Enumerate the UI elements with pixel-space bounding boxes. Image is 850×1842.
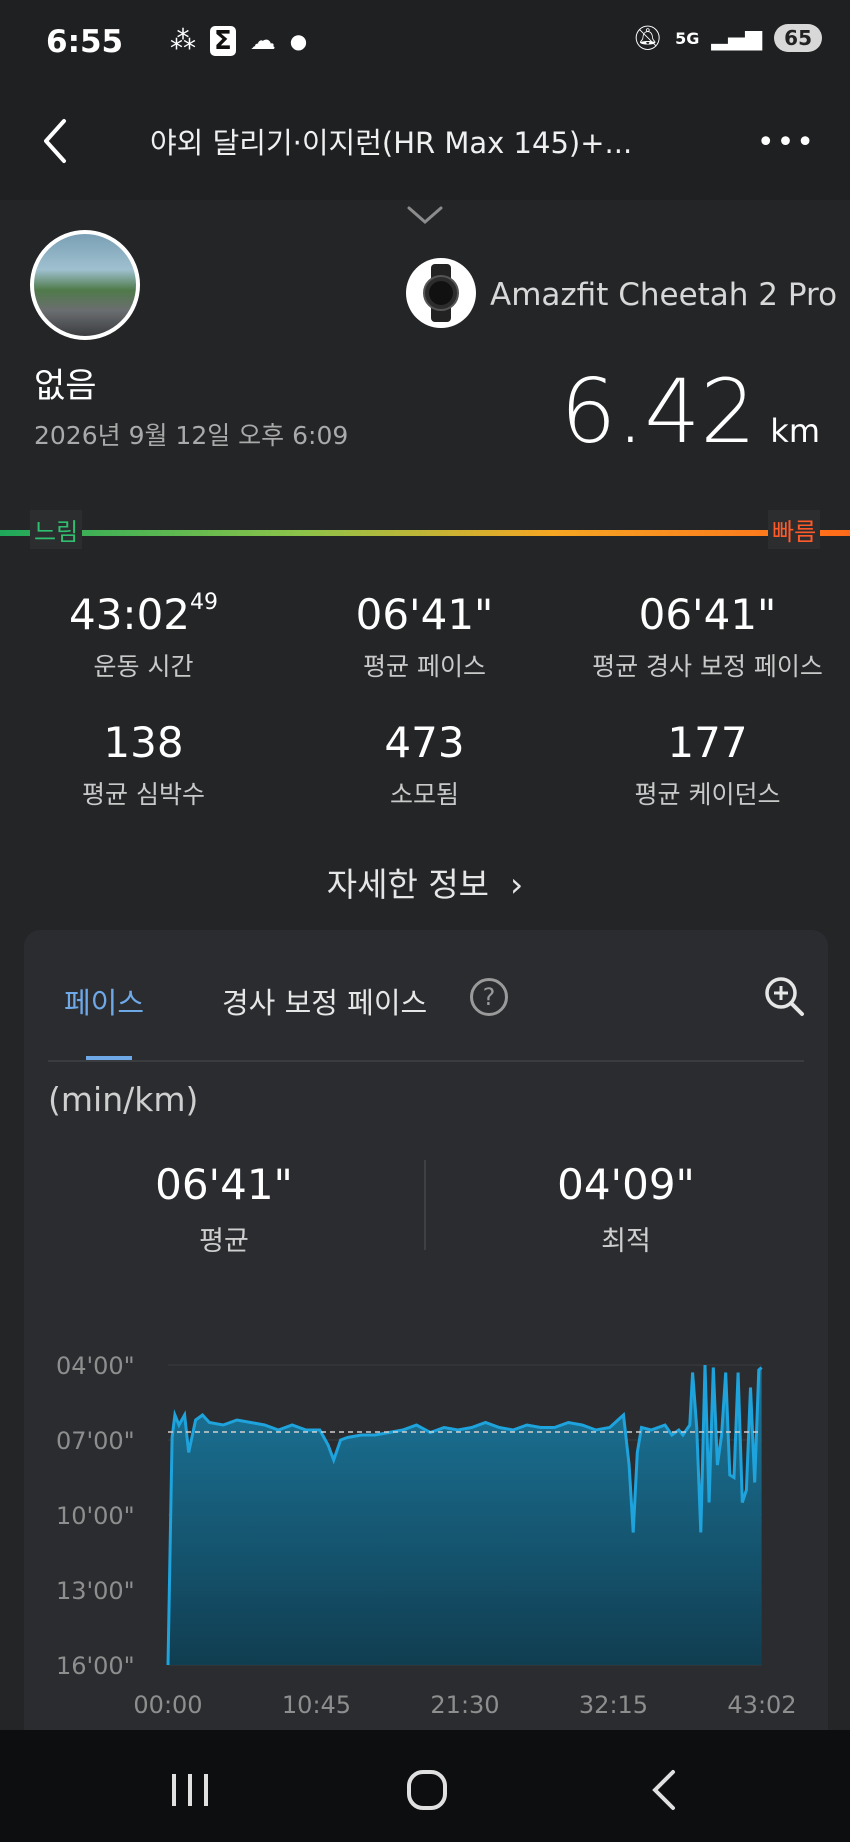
back-button[interactable]	[36, 115, 76, 167]
more-details-label: 자세한 정보	[326, 865, 490, 904]
x-tick-label: 32:15	[579, 1691, 648, 1719]
battery-indicator: 65	[774, 24, 822, 52]
stat-calories: 473 소모됨	[283, 718, 566, 811]
distance-display: 6.42 km	[560, 360, 820, 463]
stat-avg-cadence: 177 평균 케이던스	[566, 718, 849, 811]
status-notification-icons: ⁂ Σ ☁ ●	[170, 26, 307, 56]
x-tick-label: 10:45	[282, 1691, 351, 1719]
more-details-link[interactable]: 자세한 정보 ›	[0, 858, 850, 906]
stat-label: 평균 페이스	[363, 652, 486, 681]
best-pace-value: 04'09"	[557, 1160, 695, 1209]
sigma-app-icon: Σ	[210, 26, 236, 56]
speed-gradient-bar	[0, 530, 850, 536]
stat-value: 473	[384, 718, 465, 767]
status-system-icons: 🔕︎ 5G ▂▄▆ 65	[633, 24, 822, 52]
app-notification-icon: ⁂	[170, 26, 196, 56]
tab-grade-adjusted-pace[interactable]: 경사 보정 페이스	[222, 980, 427, 1022]
stat-value: 06'41"	[355, 590, 494, 639]
x-tick-label: 21:30	[430, 1691, 499, 1719]
stat-avg-grade-pace: 06'41" 평균 경사 보정 페이스	[566, 590, 849, 683]
workout-location: 없음	[34, 366, 97, 406]
stat-value-hundredths: 49	[190, 590, 219, 615]
stat-label: 평균 케이던스	[634, 780, 781, 809]
stat-avg-pace: 06'41" 평균 페이스	[283, 590, 566, 683]
slow-label: 느림	[30, 510, 83, 549]
chevron-down-icon[interactable]	[405, 202, 445, 228]
signal-icon: ▂▄▆	[711, 25, 763, 51]
x-tick-label: 43:02	[727, 1691, 796, 1719]
avg-pace-label: 평균	[199, 1226, 249, 1257]
y-tick-label: 13'00"	[56, 1577, 135, 1605]
stat-duration: 43:0249 운동 시간	[2, 590, 285, 683]
dot-icon: ●	[289, 29, 308, 53]
route-photo-avatar[interactable]	[30, 230, 140, 340]
stat-value: 06'41"	[638, 590, 777, 639]
stat-avg-heart-rate: 138 평균 심박수	[2, 718, 285, 811]
stat-label: 평균 심박수	[82, 780, 205, 809]
network-type-label: 5G	[675, 28, 700, 48]
y-tick-label: 07'00"	[56, 1427, 135, 1455]
workout-datetime: 2026년 9월 12일 오후 6:09	[34, 421, 349, 450]
y-tick-label: 10'00"	[56, 1502, 135, 1530]
pace-area	[168, 1365, 762, 1665]
best-pace-label: 최적	[601, 1226, 651, 1257]
stat-value: 43:02	[68, 590, 191, 639]
avg-pace-value: 06'41"	[155, 1160, 293, 1209]
stat-label: 소모됨	[389, 780, 459, 809]
back-nav-button[interactable]	[635, 1760, 695, 1820]
avg-pace-summary: 06'41" 평균	[34, 1160, 414, 1258]
tab-divider	[48, 1060, 804, 1062]
x-tick-label: 00:00	[133, 1691, 202, 1719]
status-time: 6:55	[46, 24, 124, 60]
help-icon[interactable]: ?	[470, 978, 508, 1016]
mute-icon: 🔕︎	[632, 24, 664, 52]
best-pace-summary: 04'09" 최적	[436, 1160, 816, 1258]
more-options-button[interactable]: •••	[757, 125, 816, 160]
y-tick-label: 04'00"	[56, 1352, 135, 1380]
stat-label: 운동 시간	[93, 652, 194, 681]
summary-divider	[424, 1160, 426, 1250]
stat-value: 177	[667, 718, 748, 767]
zoom-in-icon[interactable]	[762, 974, 806, 1018]
y-tick-label: 16'00"	[56, 1652, 135, 1680]
distance-unit: km	[770, 412, 820, 450]
home-button[interactable]	[397, 1760, 457, 1820]
watch-device-icon	[406, 258, 476, 328]
weather-icon: ☁	[249, 26, 276, 56]
distance-value: 6.42	[560, 360, 757, 463]
recent-apps-button[interactable]	[160, 1760, 220, 1820]
stat-label: 평균 경사 보정 페이스	[592, 652, 823, 681]
stat-value: 138	[103, 718, 184, 767]
tab-pace[interactable]: 페이스	[64, 980, 144, 1022]
page-title: 야외 달리기·이지런(HR Max 145)+...	[150, 126, 633, 160]
pace-chart[interactable]: 04'00" 07'00" 10'00" 13'00" 16'00" 00:00 10:4…	[40, 1340, 820, 1730]
fast-label: 빠름	[768, 510, 821, 549]
pace-unit-label: (min/km)	[48, 1080, 199, 1119]
device-name: Amazfit Cheetah 2 Pro	[490, 277, 838, 313]
chevron-right-icon: ›	[499, 865, 524, 904]
